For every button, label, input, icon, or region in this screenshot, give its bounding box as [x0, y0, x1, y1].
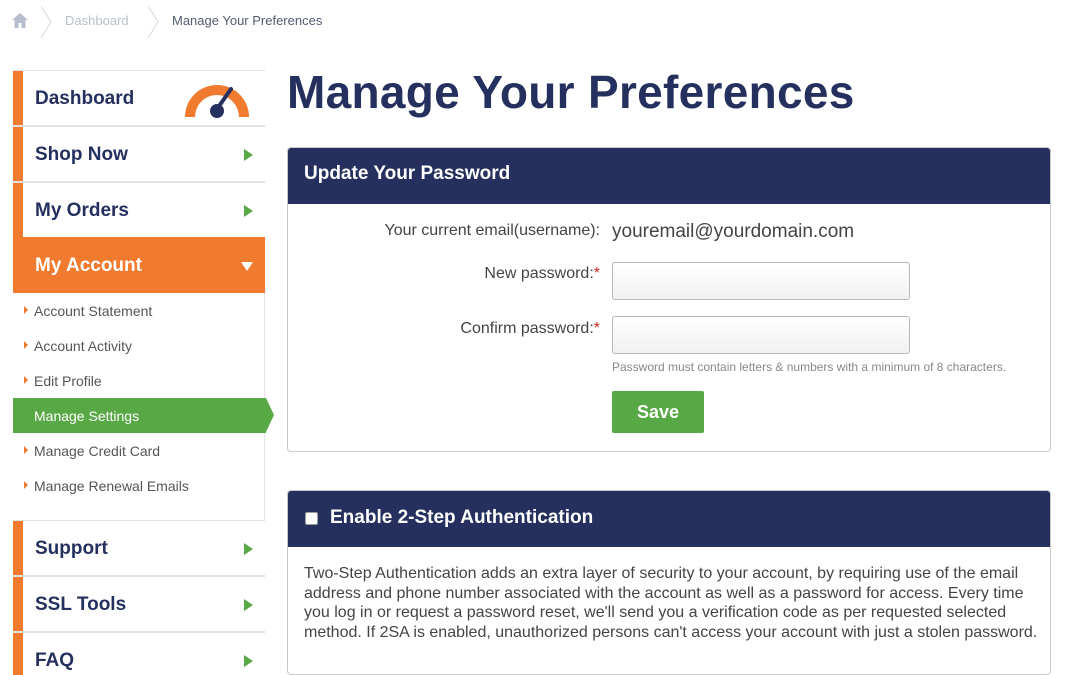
- chevron-down-icon: [241, 262, 253, 271]
- sidebar-accent-bar: [13, 71, 23, 125]
- email-label: Your current email(username):: [384, 222, 601, 239]
- sidebar-item-label: FAQ: [35, 650, 75, 671]
- sidebar-item-label: My Account: [35, 255, 142, 276]
- chevron-right-icon: [244, 599, 253, 611]
- required-mark: *: [593, 265, 600, 282]
- new-password-label: New password:*: [484, 265, 600, 283]
- breadcrumb-separator-icon: [147, 5, 159, 39]
- new-password-label-text: New password:: [484, 265, 594, 282]
- confirm-password-label-text: Confirm password:: [460, 320, 594, 337]
- sidebar-item-support[interactable]: Support: [13, 520, 265, 576]
- two-step-auth-description: Two-Step Authentication adds an extra la…: [304, 565, 1038, 641]
- update-password-panel: Update Your Password Your current email(…: [287, 147, 1051, 452]
- confirm-password-label: Confirm password:*: [460, 320, 600, 338]
- sidebar-item-label: Dashboard: [35, 88, 135, 109]
- subnav-item-label: Manage Credit Card: [34, 443, 161, 459]
- bullet-triangle-icon: [24, 306, 28, 314]
- sidebar-item-my-account[interactable]: My Account: [13, 237, 265, 293]
- sidebar-item-label: SSL Tools: [35, 594, 127, 615]
- panel-title: Enable 2-Step Authentication: [330, 507, 594, 528]
- subnav-item-label: Account Activity: [34, 338, 133, 354]
- subnav-item-account-activity[interactable]: Account Activity: [13, 328, 265, 363]
- subnav-item-label: Manage Renewal Emails: [34, 478, 189, 494]
- required-mark: *: [593, 320, 600, 337]
- gauge-icon: [185, 85, 249, 118]
- email-value: youremail@yourdomain.com: [612, 221, 855, 242]
- subnav-item-edit-profile[interactable]: Edit Profile: [13, 363, 265, 398]
- sidebar-accent-bar: [13, 127, 23, 181]
- account-subnav: Account Statement Account Activity Edit …: [13, 293, 274, 503]
- bullet-triangle-icon: [24, 341, 28, 349]
- home-icon[interactable]: [11, 12, 29, 29]
- panel-title: Update Your Password: [288, 148, 1050, 204]
- subnav-item-account-statement[interactable]: Account Statement: [13, 293, 265, 328]
- bullet-triangle-icon: [24, 481, 28, 489]
- password-hint: Password must contain letters & numbers …: [612, 360, 1007, 374]
- confirm-password-field[interactable]: [612, 316, 910, 354]
- chevron-right-icon: [244, 655, 253, 667]
- sidebar-accent-bar: [13, 633, 23, 675]
- sidebar-item-my-orders[interactable]: My Orders: [13, 182, 265, 238]
- bullet-triangle-icon: [24, 376, 28, 384]
- panel-header: Enable 2-Step Authentication: [288, 491, 1050, 547]
- chevron-right-icon: [244, 149, 253, 161]
- chevron-right-icon: [244, 543, 253, 555]
- bullet-triangle-icon: [24, 446, 28, 454]
- save-button[interactable]: Save: [612, 391, 704, 433]
- sidebar-accent-bar: [13, 577, 23, 631]
- enable-2sa-checkbox[interactable]: [305, 512, 318, 525]
- two-step-auth-panel: Enable 2-Step Authentication Two-Step Au…: [287, 490, 1051, 675]
- sidebar-item-label: Shop Now: [35, 144, 128, 165]
- subnav-item-manage-credit-card[interactable]: Manage Credit Card: [13, 433, 265, 468]
- subnav-item-label: Account Statement: [34, 303, 153, 319]
- sidebar-item-shop-now[interactable]: Shop Now: [13, 126, 265, 182]
- subnav-item-label: Manage Settings: [34, 408, 140, 424]
- breadcrumb-separator-icon: [40, 5, 52, 39]
- breadcrumb: Dashboard Manage Your Preferences: [0, 0, 600, 40]
- sidebar: Dashboard Shop Now My Orders My Account …: [13, 70, 274, 675]
- breadcrumb-dashboard-link[interactable]: Dashboard: [65, 13, 129, 28]
- subnav-item-manage-renewal-emails[interactable]: Manage Renewal Emails: [13, 468, 265, 503]
- active-pointer-icon: [266, 398, 274, 432]
- sidebar-item-ssl-tools[interactable]: SSL Tools: [13, 576, 265, 632]
- chevron-right-icon: [244, 205, 253, 217]
- new-password-field[interactable]: [612, 262, 910, 300]
- subnav-item-label: Edit Profile: [34, 373, 102, 389]
- sidebar-item-faq[interactable]: FAQ: [13, 632, 265, 675]
- breadcrumb-current: Manage Your Preferences: [172, 13, 323, 28]
- sidebar-accent-bar: [13, 183, 23, 237]
- sidebar-accent-bar: [13, 521, 23, 575]
- sidebar-item-label: My Orders: [35, 200, 129, 221]
- subnav-item-manage-settings[interactable]: Manage Settings: [13, 398, 274, 433]
- sidebar-item-dashboard[interactable]: Dashboard: [13, 70, 265, 126]
- page-title: Manage Your Preferences: [287, 66, 855, 118]
- sidebar-item-label: Support: [35, 538, 108, 559]
